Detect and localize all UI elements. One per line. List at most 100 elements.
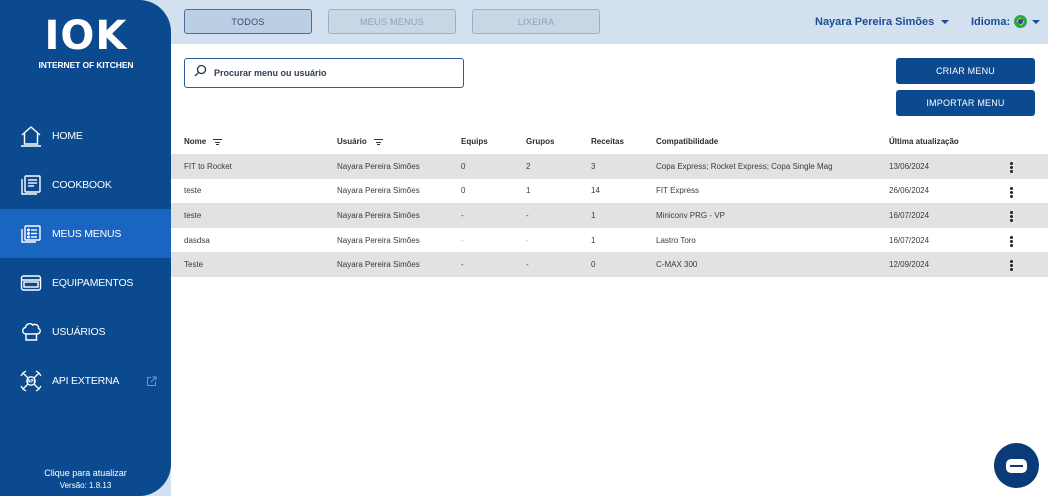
cell-usuario: Nayara Pereira Simões (337, 210, 420, 220)
chevron-down-icon (941, 20, 950, 24)
import-menu-button[interactable]: IMPORTAR MENU (896, 90, 1035, 116)
app-window: IOK INTERNET OF KITCHEN HOME COOKBOOK ME… (0, 0, 1048, 496)
cell-compatibilidade: Copa Express; Rocket Express; Copa Singl… (656, 161, 833, 171)
more-vert-icon[interactable] (1007, 185, 1015, 199)
language-selector[interactable]: Idioma: (971, 15, 1041, 28)
column-header-equips: Equips (461, 137, 488, 146)
menus-table: Nome Usuário Equips Grupos Receitas Comp… (171, 129, 1048, 277)
table-row[interactable]: FIT to Rocket Nayara Pereira Simões 0 2 … (171, 154, 1048, 179)
language-label: Idioma: (971, 15, 1011, 28)
logo-subtitle: INTERNET OF KITCHEN (38, 60, 134, 70)
row-actions (1007, 228, 1048, 253)
version-label: Versão: 1.8.13 (59, 481, 112, 490)
cell-grupos: 2 (526, 161, 531, 171)
tab-lixeira[interactable]: LIXEIRA (472, 9, 600, 34)
cell-grupos: - (526, 210, 529, 220)
tab-meus-menus[interactable]: MEUS MENUS (328, 9, 456, 34)
search-box[interactable] (184, 58, 464, 88)
column-header-ultima-atualizacao: Última atualização (889, 137, 959, 146)
row-actions (1007, 154, 1048, 179)
cell-ultima-atualizacao: 26/06/2024 (889, 186, 930, 196)
sidebar-item-api-externa[interactable]: API API EXTERNA (0, 356, 171, 405)
more-vert-icon[interactable] (1007, 161, 1015, 175)
column-header-receitas: Receitas (591, 137, 624, 146)
column-header-usuario[interactable]: Usuário (337, 129, 461, 154)
cell-receitas: 1 (591, 235, 596, 245)
more-vert-icon[interactable] (1007, 210, 1015, 224)
refresh-link[interactable]: Clique para atualizar (0, 468, 171, 478)
sidebar-item-label: HOME (52, 129, 83, 142)
sidebar-item-meus-menus[interactable]: MEUS MENUS (0, 209, 171, 258)
sidebar-item-usuarios[interactable]: USUÁRIOS (0, 307, 171, 356)
column-header-actions (1007, 129, 1048, 154)
menus-icon (20, 223, 42, 245)
cell-receitas: 0 (591, 260, 596, 270)
sidebar-item-equipamentos[interactable]: EQUIPAMENTOS (0, 258, 171, 307)
cell-ultima-atualizacao: 16/07/2024 (889, 235, 930, 245)
table-row[interactable]: dasdsa Nayara Pereira Simões - - 1 Lastr… (171, 228, 1048, 253)
cell-grupos: 1 (526, 186, 531, 196)
sidebar-item-home[interactable]: HOME (0, 111, 171, 160)
create-menu-button[interactable]: CRIAR MENU (896, 58, 1035, 84)
row-actions (1007, 203, 1048, 228)
sort-icon[interactable] (373, 138, 383, 145)
cell-compatibilidade: FIT Express (656, 186, 699, 196)
chevron-down-icon (1032, 19, 1041, 24)
cell-receitas: 1 (591, 210, 596, 220)
table-row[interactable]: teste Nayara Pereira Simões - - 1 Minico… (171, 203, 1048, 228)
sidebar-item-label: MEUS MENUS (52, 227, 122, 240)
sidebar-item-label: COOKBOOK (52, 178, 112, 191)
column-header-nome[interactable]: Nome (171, 129, 337, 154)
sidebar-item-cookbook[interactable]: COOKBOOK (0, 160, 171, 209)
sidebar-item-label: API EXTERNA (52, 374, 120, 387)
user-name: Nayara Pereira Simões (815, 16, 935, 28)
table-header-row: Nome Usuário Equips Grupos Receitas Comp… (171, 129, 1048, 154)
cell-usuario: Nayara Pereira Simões (337, 260, 420, 270)
equipment-icon (20, 272, 42, 294)
search-icon (194, 64, 207, 82)
cell-compatibilidade: Miniconv PRG - VP (656, 210, 725, 220)
cell-ultima-atualizacao: 16/07/2024 (889, 210, 930, 220)
search-input[interactable] (214, 68, 454, 78)
cell-ultima-atualizacao: 12/09/2024 (889, 260, 930, 270)
brazil-flag-icon (1014, 15, 1028, 28)
cell-nome: dasdsa (184, 235, 210, 245)
cell-usuario: Nayara Pereira Simões (337, 161, 420, 171)
more-vert-icon[interactable] (1007, 259, 1015, 273)
row-actions (1007, 179, 1048, 204)
top-bar: TODOS MEUS MENUS LIXEIRA Nayara Pereira … (171, 0, 1048, 44)
table-row[interactable]: teste Nayara Pereira Simões 0 1 14 FIT E… (171, 179, 1048, 204)
cell-grupos: - (526, 260, 529, 270)
cell-receitas: 3 (591, 161, 596, 171)
row-actions (1007, 252, 1048, 277)
cell-nome: FIT to Rocket (184, 161, 232, 171)
cell-equips: - (461, 260, 464, 270)
cell-usuario: Nayara Pereira Simões (337, 186, 420, 196)
chat-icon (1006, 458, 1027, 473)
cell-usuario: Nayara Pereira Simões (337, 235, 420, 245)
chef-hat-icon (20, 321, 42, 343)
cell-compatibilidade: C-MAX 300 (656, 260, 698, 270)
sidebar-footer[interactable]: Clique para atualizar Versão: 1.8.13 (0, 468, 171, 490)
more-vert-icon[interactable] (1007, 234, 1015, 248)
cell-receitas: 14 (591, 186, 600, 196)
logo-mark: IOK (44, 13, 128, 59)
sidebar: IOK INTERNET OF KITCHEN HOME COOKBOOK ME… (0, 0, 171, 496)
table-row[interactable]: Teste Nayara Pereira Simões - - 0 C-MAX … (171, 252, 1048, 277)
external-link-icon (146, 374, 157, 386)
column-header-grupos: Grupos (526, 137, 555, 146)
cell-equips: - (461, 235, 464, 245)
sort-icon[interactable] (213, 138, 223, 145)
tab-todos[interactable]: TODOS (184, 9, 312, 34)
main-content: CRIAR MENU IMPORTAR MENU Nome Usuário Eq… (171, 44, 1048, 496)
cell-equips: 0 (461, 161, 466, 171)
cell-equips: - (461, 210, 464, 220)
iok-logo[interactable]: IOK INTERNET OF KITCHEN (38, 16, 134, 74)
cell-nome: teste (184, 210, 202, 220)
cell-equips: 0 (461, 186, 466, 196)
cell-compatibilidade: Lastro Toro (656, 235, 696, 245)
cell-grupos: - (526, 235, 529, 245)
user-menu[interactable]: Nayara Pereira Simões (815, 16, 950, 28)
api-icon: API (20, 369, 42, 392)
chat-support-button[interactable] (994, 443, 1039, 488)
